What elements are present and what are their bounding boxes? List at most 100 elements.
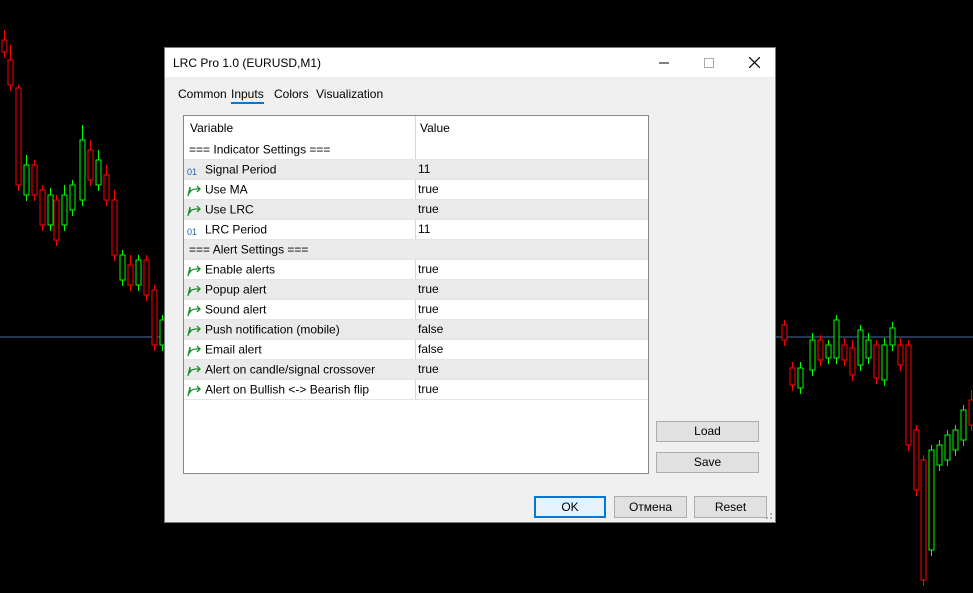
close-icon — [748, 57, 760, 68]
value-cell[interactable] — [418, 240, 646, 259]
grid-header: Variable Value — [184, 116, 648, 140]
candle-body — [897, 344, 904, 366]
candle-body — [857, 329, 864, 366]
section-row[interactable]: === Alert Settings === — [184, 240, 648, 260]
maximize-icon — [704, 57, 714, 68]
value-column-header[interactable]: Value — [420, 119, 648, 138]
variable-label: LRC Period — [205, 222, 268, 237]
candle-body — [817, 339, 824, 361]
save-button[interactable]: Save — [656, 452, 759, 473]
variable-label: Push notification (mobile) — [205, 322, 340, 337]
candle-body — [53, 199, 60, 241]
parameter-row[interactable]: Sound alert true — [184, 300, 648, 320]
candle-body — [952, 429, 959, 451]
candle-body — [920, 459, 927, 581]
bool-arrow-icon — [186, 204, 202, 216]
variable-label: Popup alert — [205, 282, 267, 297]
candle-body — [23, 164, 30, 196]
bool-arrow-icon — [186, 304, 202, 316]
candle-body — [928, 449, 935, 551]
variable-label: Use MA — [205, 182, 248, 197]
tab-inputs[interactable]: Inputs — [231, 87, 264, 104]
variable-cell: Use MA — [186, 180, 413, 199]
bool-arrow-icon — [186, 264, 202, 276]
value-cell[interactable]: 11 — [418, 160, 646, 179]
candle-body — [151, 289, 158, 346]
value-cell[interactable]: true — [418, 200, 646, 219]
variable-cell: Email alert — [186, 340, 413, 359]
candle-body — [889, 327, 896, 346]
candle-body — [849, 347, 856, 376]
candle-body — [833, 319, 840, 359]
parameter-row[interactable]: Popup alert true — [184, 280, 648, 300]
value-cell[interactable]: true — [418, 280, 646, 299]
variable-cell: === Alert Settings === — [189, 240, 416, 259]
tab-visualization[interactable]: Visualization — [316, 87, 383, 101]
indicator-properties-dialog: LRC Pro 1.0 (EURUSD,M1) Common Inputs Co… — [164, 47, 776, 523]
variable-cell: 01 LRC Period — [186, 220, 413, 239]
parameter-row[interactable]: Email alert false — [184, 340, 648, 360]
parameter-row[interactable]: Use LRC true — [184, 200, 648, 220]
candle-body — [936, 444, 943, 466]
parameter-row[interactable]: 01 Signal Period 11 — [184, 160, 648, 180]
candle-body — [841, 344, 848, 361]
candle-body — [797, 367, 804, 389]
candle-body — [944, 434, 951, 461]
variable-cell: Use LRC — [186, 200, 413, 219]
candle-body — [809, 339, 816, 371]
candle-body — [960, 409, 967, 441]
minimize-button[interactable] — [641, 48, 687, 77]
value-cell[interactable]: 11 — [418, 220, 646, 239]
variable-label: Sound alert — [205, 302, 267, 317]
candle-body — [69, 184, 76, 211]
title-bar: LRC Pro 1.0 (EURUSD,M1) — [165, 48, 775, 77]
parameter-row[interactable]: Push notification (mobile) false — [184, 320, 648, 340]
resize-grip-icon[interactable] — [763, 510, 773, 520]
candle-body — [781, 324, 788, 341]
bool-arrow-icon — [186, 324, 202, 336]
tab-common[interactable]: Common — [178, 87, 227, 101]
variable-column-header[interactable]: Variable — [190, 119, 417, 138]
variable-label: Alert on Bullish <-> Bearish flip — [205, 382, 370, 397]
parameter-row[interactable]: Use MA true — [184, 180, 648, 200]
value-cell[interactable]: true — [418, 360, 646, 379]
value-cell[interactable]: true — [418, 380, 646, 399]
value-cell[interactable]: true — [418, 260, 646, 279]
parameter-row[interactable]: Alert on candle/signal crossover true — [184, 360, 648, 380]
candle-body — [143, 259, 150, 296]
variable-cell: 01 Signal Period — [186, 160, 413, 179]
candle-body — [881, 344, 888, 381]
close-button[interactable] — [731, 48, 777, 77]
variable-cell: Alert on Bullish <-> Bearish flip — [186, 380, 413, 399]
bool-arrow-icon — [186, 344, 202, 356]
candle-body — [87, 149, 94, 181]
ok-button[interactable]: OK — [534, 496, 606, 518]
value-cell[interactable] — [418, 140, 646, 159]
inputs-grid: Variable Value === Indicator Settings ==… — [183, 115, 649, 474]
dialog-title: LRC Pro 1.0 (EURUSD,M1) — [173, 56, 322, 70]
candle-body — [1, 39, 8, 53]
inputs-panel: Variable Value === Indicator Settings ==… — [171, 106, 769, 490]
section-row[interactable]: === Indicator Settings === — [184, 140, 648, 160]
value-cell[interactable]: false — [418, 320, 646, 339]
candle-body — [47, 194, 54, 226]
variable-label: Email alert — [205, 342, 262, 357]
parameter-row[interactable]: Alert on Bullish <-> Bearish flip true — [184, 380, 648, 400]
tab-colors[interactable]: Colors — [274, 87, 309, 101]
maximize-button[interactable] — [686, 48, 732, 77]
load-button[interactable]: Load — [656, 421, 759, 442]
candle-body — [873, 344, 880, 379]
parameter-row[interactable]: 01 LRC Period 11 — [184, 220, 648, 240]
value-cell[interactable]: false — [418, 340, 646, 359]
parameter-row[interactable]: Enable alerts true — [184, 260, 648, 280]
candle-body — [15, 87, 22, 186]
reset-button[interactable]: Reset — [694, 496, 767, 518]
candle-body — [865, 339, 872, 359]
value-cell[interactable]: true — [418, 300, 646, 319]
value-cell[interactable]: true — [418, 180, 646, 199]
candle-body — [103, 174, 110, 201]
variable-label: Enable alerts — [205, 262, 276, 277]
cancel-button[interactable]: Отмена — [614, 496, 687, 518]
candle-body — [905, 344, 912, 446]
candle-body — [95, 159, 102, 186]
